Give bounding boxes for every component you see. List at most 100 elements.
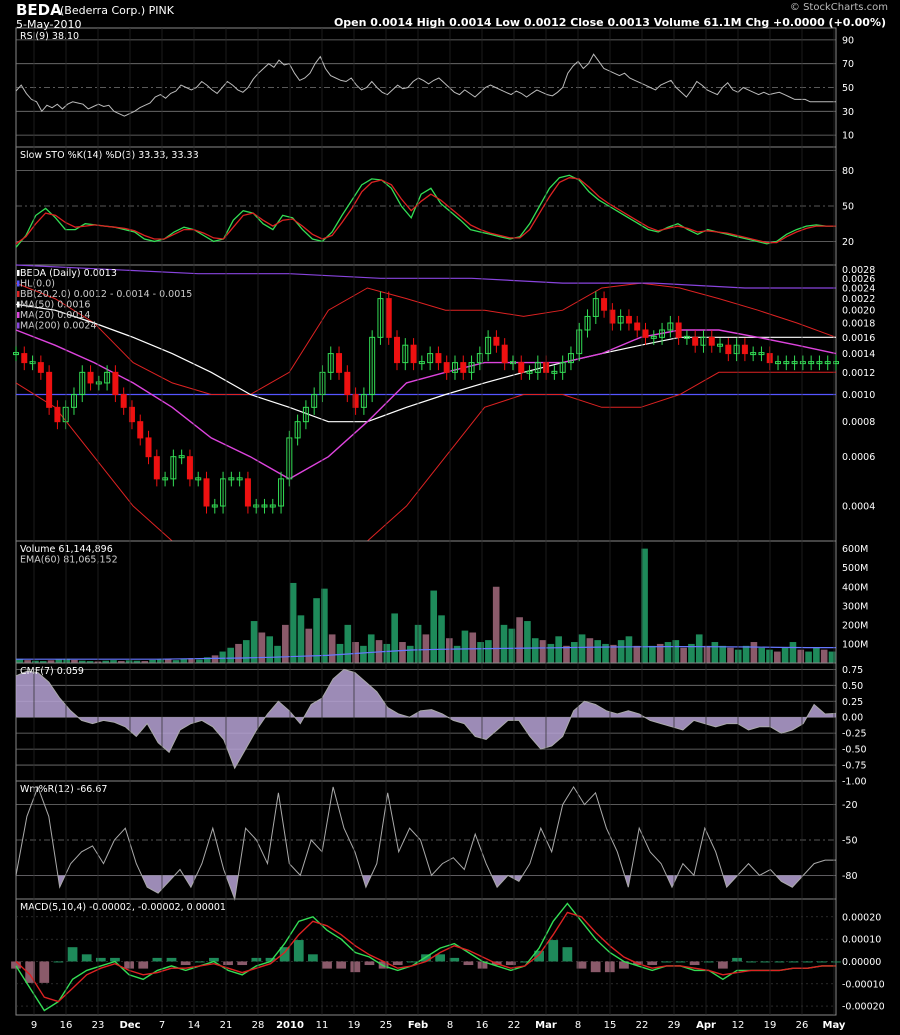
x-tick-label: 21 [220, 1020, 233, 1031]
candle-body [153, 456, 160, 480]
legend-text: BB(20,2.0) 0.0012 - 0.0014 - 0.0015 [20, 289, 192, 300]
volume-bar [274, 645, 281, 663]
candle-body [137, 421, 144, 439]
y-tick-label: 0.00020 [842, 912, 881, 923]
volume-bar [258, 632, 266, 663]
candle-body [336, 353, 343, 373]
macd-histogram-bar [152, 957, 163, 962]
y-tick-label: 0.00 [842, 713, 863, 724]
candle-body [634, 322, 641, 331]
volume-bar [430, 590, 438, 663]
legend-text: MA(50) 0.0016 [20, 300, 90, 311]
candle-body [435, 353, 442, 364]
volume-bar [477, 642, 484, 663]
candle-body [54, 406, 61, 423]
legend-swatch [17, 291, 20, 297]
volume-bar [399, 642, 406, 663]
legend-swatch [17, 280, 20, 287]
volume-bar [391, 613, 398, 663]
volume-bar [633, 645, 641, 663]
candle-body [394, 336, 401, 364]
y-tick-label: 50 [842, 202, 854, 213]
candle-body [501, 344, 508, 364]
legend-text: MA(200) 0.0024 [20, 321, 97, 332]
candle-body [37, 362, 44, 373]
candle-body [518, 362, 525, 373]
volume-bar [774, 651, 781, 663]
volume-bar [336, 643, 344, 663]
y-tick-label: -1.00 [842, 777, 867, 788]
volume-bar [406, 645, 414, 663]
y-tick-label: 0.75 [842, 665, 863, 676]
macd-histogram-bar [590, 961, 601, 973]
volume-bar [157, 659, 164, 663]
chart-date: 5-May-2010 [16, 18, 82, 31]
candle-body [609, 309, 616, 324]
volume-bar [438, 615, 445, 663]
volume-bar [492, 586, 500, 663]
macd-histogram-bar [406, 961, 417, 963]
macd-histogram-bar [816, 961, 827, 963]
volume-bar [555, 636, 562, 663]
volume-bar [727, 647, 734, 663]
y-tick-label: 0.0024 [842, 284, 875, 295]
y-tick-label: 0.00000 [842, 957, 881, 968]
y-tick-label: 300M [842, 601, 868, 612]
area-fill [16, 669, 836, 769]
volume-bar [524, 621, 531, 663]
candle-body [443, 362, 450, 373]
macd-histogram-bar [293, 940, 304, 962]
volume-bar [672, 640, 680, 663]
x-tick-label: 22 [636, 1020, 649, 1031]
candle-body [675, 322, 682, 338]
candle-body [203, 478, 210, 507]
volume-bar [695, 634, 703, 663]
candle-body [642, 329, 649, 338]
volume-bar [703, 645, 711, 663]
macd-histogram-bar [548, 940, 559, 962]
volume-bar [227, 647, 234, 663]
macd-histogram-bar [138, 961, 149, 969]
x-tick-label: 25 [380, 1020, 393, 1031]
candle-body [601, 298, 608, 311]
ticker-symbol: BEDA [16, 1, 62, 19]
macd-histogram-bar [675, 961, 686, 963]
y-tick-label: -0.75 [842, 761, 867, 772]
y-tick-label: 0.0008 [842, 417, 875, 428]
macd-histogram-bar [364, 961, 375, 966]
volume-bar [453, 645, 461, 663]
volume-bar [547, 643, 555, 663]
x-tick-label: 19 [348, 1020, 361, 1031]
macd-histogram-bar [732, 957, 742, 962]
y-tick-label: 0.0022 [842, 294, 875, 305]
volume-bar [680, 647, 687, 663]
y-tick-label: -0.50 [842, 745, 867, 756]
volume-bar [313, 598, 320, 663]
legend-text: CMF(7) 0.059 [20, 666, 84, 677]
y-tick-label: 0.0014 [842, 349, 875, 360]
candle-body [87, 371, 94, 384]
legend-text: RSI(9) 38.10 [20, 31, 79, 42]
macd-histogram-bar [308, 954, 318, 962]
x-tick-label: 16 [476, 1020, 489, 1031]
candle-body [725, 344, 732, 355]
x-tick-label: 2010 [276, 1020, 304, 1031]
candle-body [120, 394, 127, 408]
volume-bar [586, 638, 594, 663]
x-tick-label: 19 [764, 1020, 777, 1031]
macd-histogram-bar [703, 961, 714, 963]
y-tick-label: 0.50 [842, 681, 863, 692]
macd-histogram-bar [718, 961, 728, 969]
x-tick-label: 8 [575, 1020, 581, 1031]
volume-bar [328, 634, 336, 663]
x-tick-label: Apr [696, 1020, 716, 1031]
macd-histogram-bar [251, 957, 262, 962]
macd-histogram-bar [336, 961, 347, 969]
volume-bar [797, 649, 805, 663]
volume-bar [805, 651, 812, 663]
legend-text: Wm%R(12) -66.67 [20, 784, 107, 795]
y-tick-label: 20 [842, 237, 854, 248]
volume-bar [180, 659, 188, 663]
y-tick-label: 70 [842, 59, 854, 70]
x-tick-label: 11 [316, 1020, 329, 1031]
